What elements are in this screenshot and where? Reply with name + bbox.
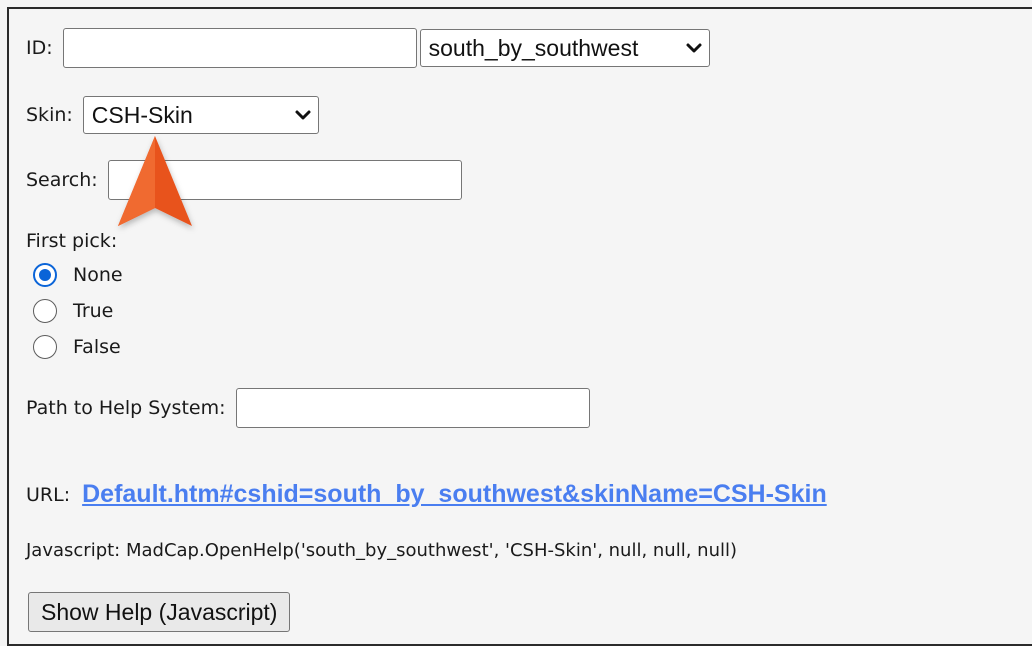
search-label: Search: xyxy=(26,169,98,191)
skin-select[interactable]: CSH-Skin xyxy=(82,96,319,134)
id-label: ID: xyxy=(26,37,53,59)
radio-label-true: True xyxy=(73,300,114,322)
skin-row: Skin: CSH-Skin xyxy=(26,96,319,134)
url-row: URL: Default.htm#cshid=south_by_southwes… xyxy=(26,480,827,509)
chevron-down-icon xyxy=(295,110,311,120)
first-pick-group: First pick: xyxy=(26,230,117,252)
id-row: ID: south_by_southwest xyxy=(26,28,710,68)
radio-button-false[interactable] xyxy=(33,335,57,359)
radio-label-none: None xyxy=(73,264,123,286)
first-pick-label: First pick: xyxy=(26,230,118,252)
skin-label: Skin: xyxy=(26,104,73,126)
button-row: Show Help (Javascript) xyxy=(28,592,291,632)
url-label: URL: xyxy=(26,483,71,506)
javascript-text: Javascript: MadCap.OpenHelp('south_by_so… xyxy=(26,540,737,561)
chevron-down-icon xyxy=(686,43,702,53)
path-input[interactable] xyxy=(235,388,590,428)
show-help-button[interactable]: Show Help (Javascript) xyxy=(28,592,291,632)
id-input[interactable] xyxy=(62,28,417,68)
radio-option-none[interactable]: None xyxy=(33,263,123,287)
skin-select-value: CSH-Skin xyxy=(91,101,193,128)
path-row: Path to Help System: xyxy=(26,388,590,428)
id-select-value: south_by_southwest xyxy=(428,34,639,61)
search-row: Search: xyxy=(26,160,462,200)
path-label: Path to Help System: xyxy=(26,397,226,419)
javascript-row: Javascript: MadCap.OpenHelp('south_by_so… xyxy=(26,540,737,561)
radio-button-none[interactable] xyxy=(33,263,57,287)
url-link[interactable]: Default.htm#cshid=south_by_southwest&ski… xyxy=(82,480,827,509)
annotation-arrow-icon xyxy=(118,136,192,226)
radio-option-false[interactable]: False xyxy=(33,335,121,359)
id-select[interactable]: south_by_southwest xyxy=(419,29,710,67)
radio-option-true[interactable]: True xyxy=(33,299,113,323)
radio-label-false: False xyxy=(73,336,121,358)
radio-button-true[interactable] xyxy=(33,299,57,323)
